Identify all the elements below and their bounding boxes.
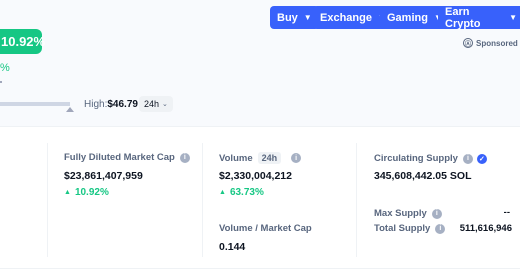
circulating-title: Circulating Supply i ✓: [374, 153, 487, 164]
buy-button[interactable]: Buy ▼: [270, 6, 319, 29]
volume-change-value: 63.73%: [229, 187, 264, 198]
gaming-label: Gaming: [387, 11, 428, 24]
vol-mcap-title: Volume / Market Cap: [219, 223, 312, 234]
sponsored-label: Sponsored: [476, 38, 518, 48]
max-supply-value: --: [503, 207, 510, 218]
volume-value: $2,330,004,212: [219, 170, 292, 182]
info-icon[interactable]: i: [462, 153, 473, 164]
volume-title: Volume 24h i: [219, 152, 302, 164]
earn-crypto-label: Earn Crypto: [445, 5, 481, 30]
max-supply-title: Max Supply i: [374, 208, 442, 219]
range-dot: [0, 81, 2, 83]
column-divider: [47, 143, 48, 257]
price-change-badge: 10.92%: [0, 29, 45, 54]
column-divider: [356, 143, 357, 257]
info-icon[interactable]: i: [431, 208, 442, 219]
total-supply-title: Total Supply i: [374, 223, 446, 234]
high-label: High:: [84, 99, 108, 110]
info-icon[interactable]: i: [291, 153, 302, 163]
range-marker-icon: [66, 107, 74, 112]
buy-label: Buy: [277, 11, 298, 24]
price-range-fill: [0, 102, 70, 106]
verified-icon: ✓: [476, 153, 487, 164]
fdmc-value: $23,861,407,959: [64, 170, 143, 182]
total-supply-title-text: Total Supply: [374, 223, 431, 234]
max-supply-title-text: Max Supply: [374, 208, 427, 219]
vol-mcap-value: 0.144: [219, 241, 246, 253]
volume-title-text: Volume: [219, 152, 253, 164]
fdmc-title-text: Fully Diluted Market Cap: [64, 152, 175, 163]
caret-down-icon: ▼: [303, 13, 312, 22]
volume-period-tag[interactable]: 24h: [257, 152, 282, 164]
high-price: High:$46.79: [84, 99, 138, 110]
period-value: 24h: [144, 99, 160, 109]
caret-down-icon: ▼: [509, 13, 517, 22]
fdmc-change-value: 10.92%: [74, 187, 109, 198]
up-arrow-icon: ▲: [64, 189, 71, 196]
volume-change: ▲ 63.73%: [219, 187, 264, 198]
price-change-small: %: [0, 62, 10, 74]
high-value: $46.79: [107, 99, 138, 110]
section-divider: [0, 126, 520, 127]
earn-crypto-button[interactable]: Earn Crypto ▼: [438, 5, 520, 30]
info-icon[interactable]: i: [179, 152, 190, 163]
bottom-divider: [0, 268, 520, 269]
fdmc-change: ▲ 10.92%: [64, 187, 109, 198]
vol-mcap-title-text: Volume / Market Cap: [219, 223, 312, 234]
sponsored-icon: Ⓐ: [463, 38, 473, 48]
price-range-bar: [0, 102, 70, 106]
circulating-title-text: Circulating Supply: [374, 153, 458, 164]
exchange-label: Exchange: [320, 11, 372, 24]
up-arrow-icon: ▲: [219, 189, 226, 196]
sponsored-link[interactable]: Ⓐ Sponsored: [463, 38, 518, 48]
circulating-value: 345,608,442.05 SOL: [374, 170, 472, 182]
total-supply-value: 511,616,946: [459, 223, 512, 234]
chevron-down-icon: ⌄: [162, 101, 168, 108]
period-select[interactable]: 24h ⌄: [139, 96, 173, 112]
column-divider: [202, 143, 203, 257]
info-icon[interactable]: i: [435, 223, 446, 234]
fdmc-title: Fully Diluted Market Cap i: [64, 152, 190, 163]
